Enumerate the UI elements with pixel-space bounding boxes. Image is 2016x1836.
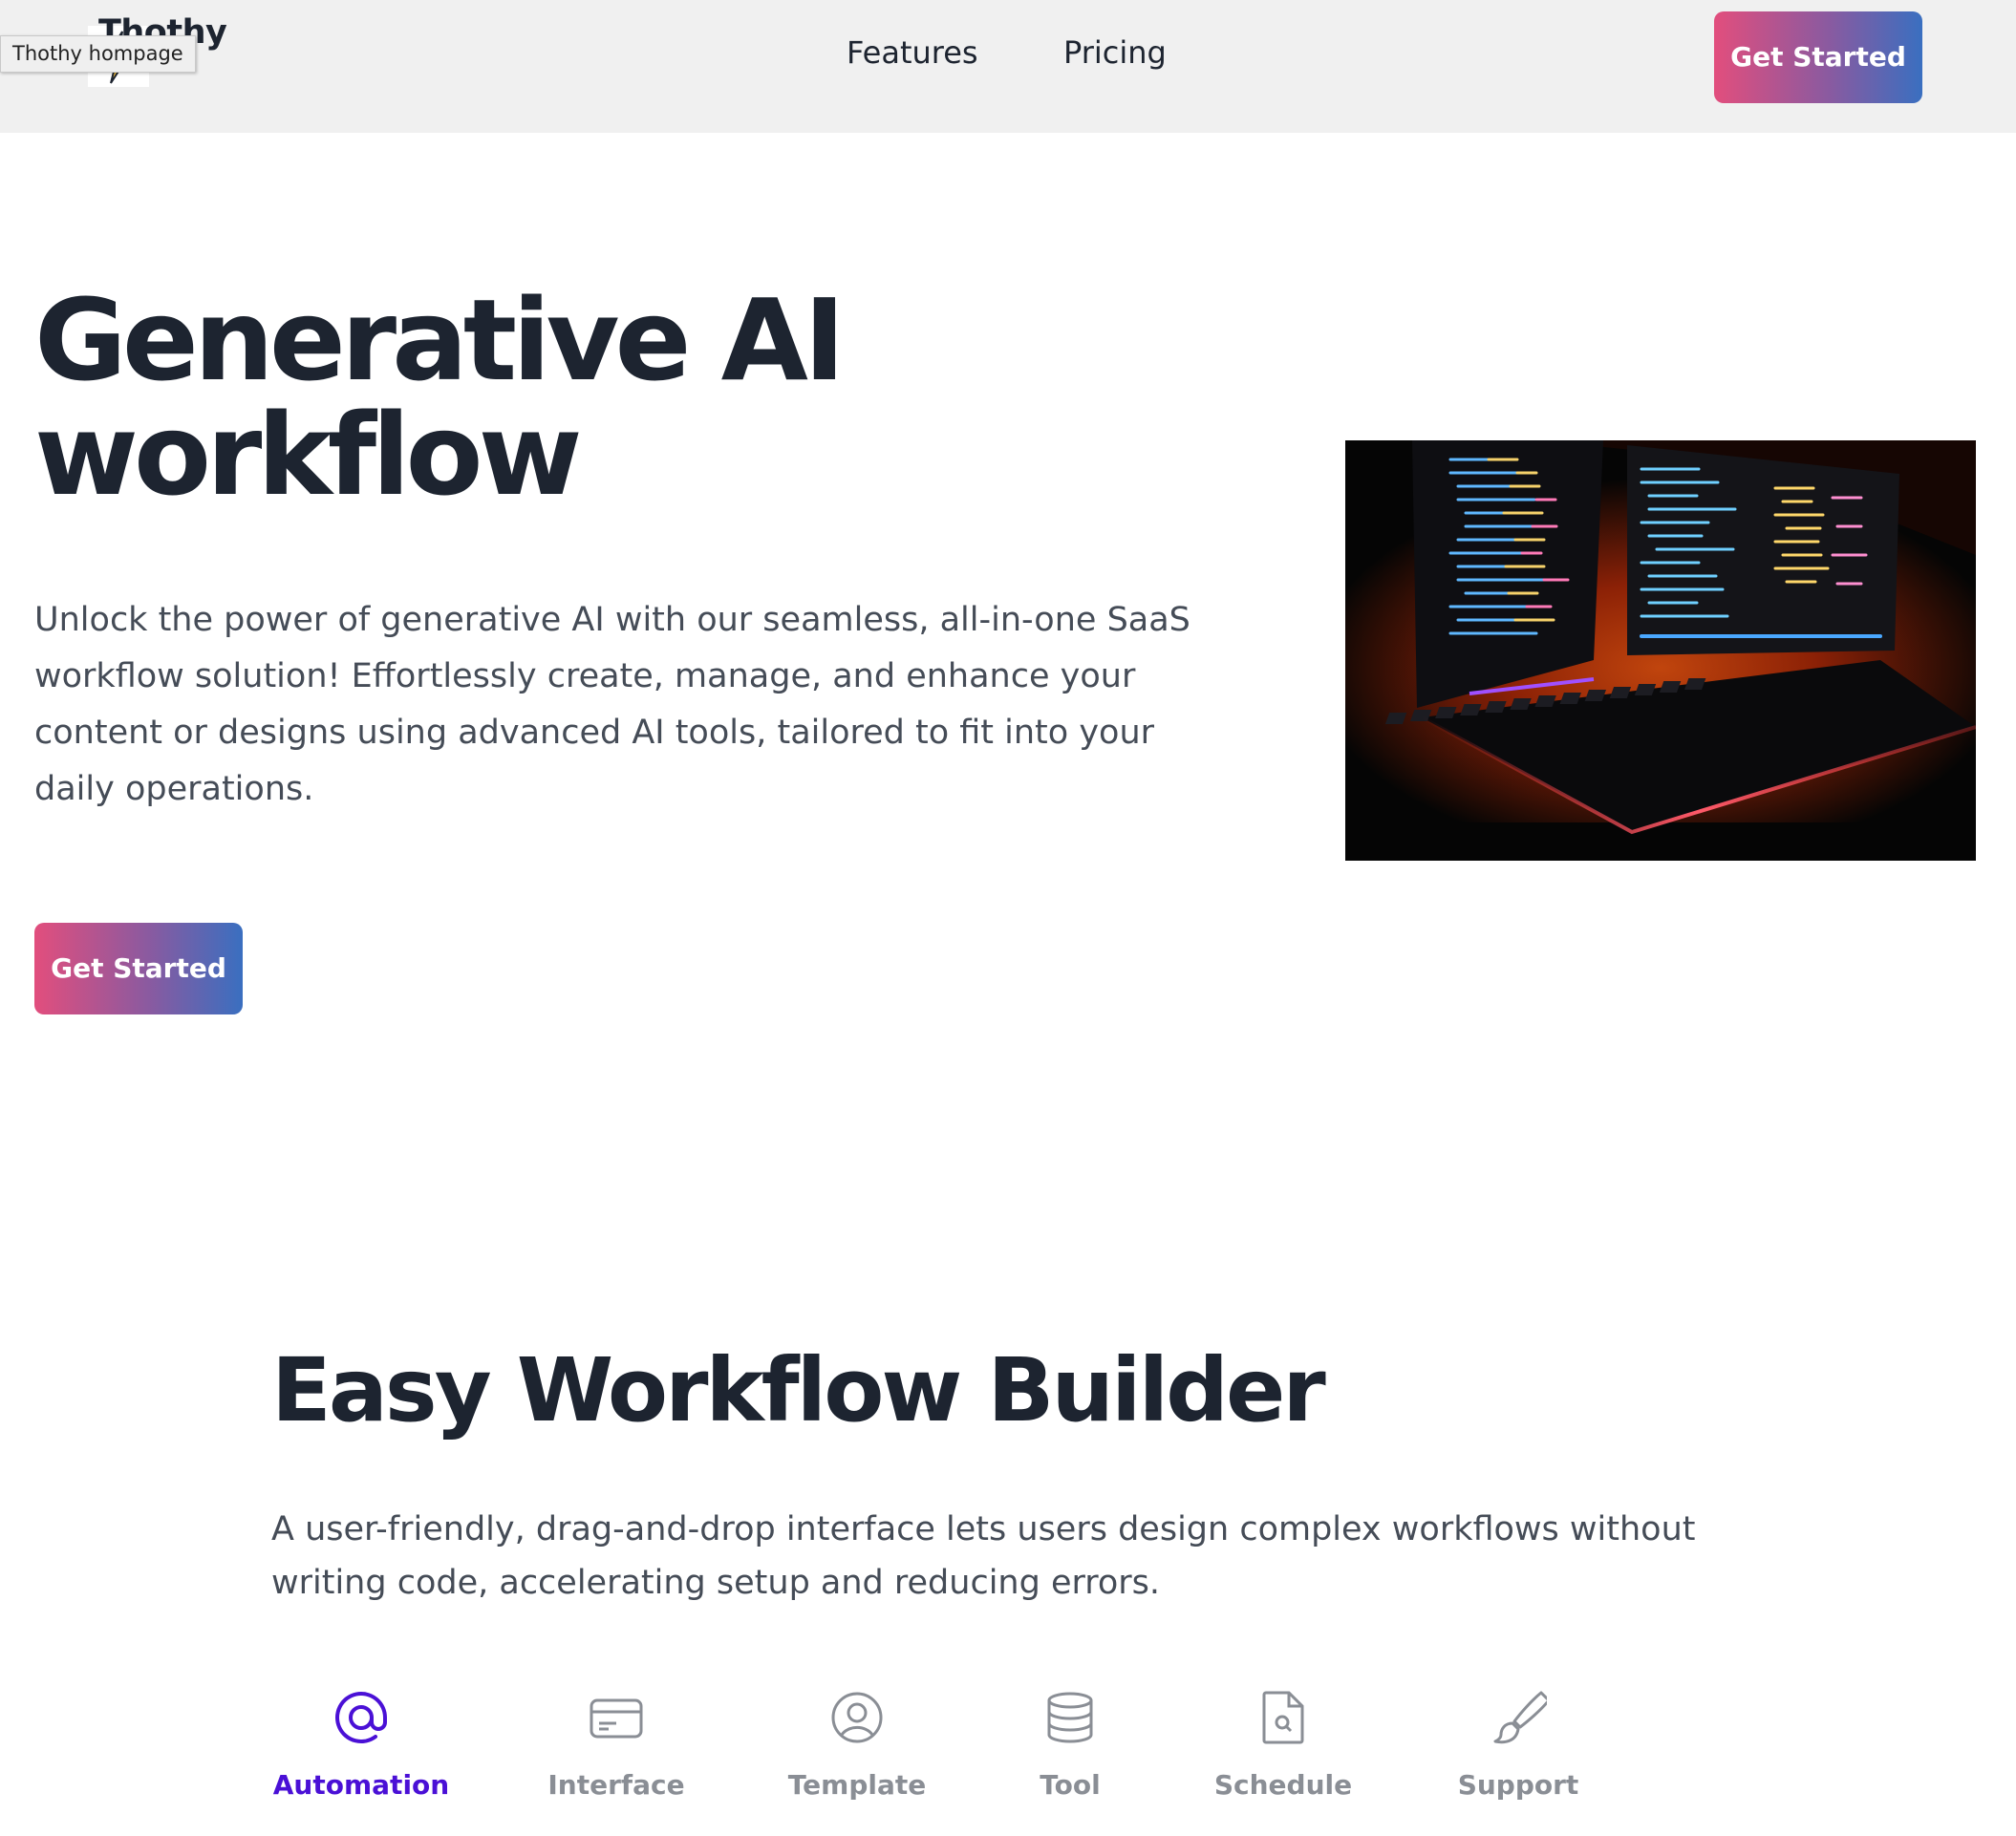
hero-title-line2: workflow bbox=[34, 389, 583, 521]
header-get-started-button[interactable]: Get Started bbox=[1714, 11, 1922, 103]
file-search-icon bbox=[1262, 1691, 1304, 1744]
user-circle-icon bbox=[831, 1692, 883, 1743]
hero-description: Unlock the power of generative AI with o… bbox=[34, 601, 1190, 808]
tab-automation[interactable]: Automation bbox=[266, 1681, 457, 1801]
tab-label: Automation bbox=[272, 1769, 450, 1801]
tab-label: Template bbox=[787, 1769, 927, 1801]
tab-template[interactable]: Template bbox=[761, 1681, 953, 1801]
tab-label: Interface bbox=[547, 1769, 685, 1801]
tab-schedule[interactable]: Schedule bbox=[1188, 1681, 1379, 1801]
site-header: Thothy Thothy hompage Features Pricing G… bbox=[0, 0, 2016, 133]
brush-icon bbox=[1493, 1691, 1547, 1744]
at-sign-icon bbox=[335, 1692, 387, 1743]
tab-interface[interactable]: Interface bbox=[521, 1681, 712, 1801]
database-icon bbox=[1047, 1692, 1093, 1743]
section-title: Easy Workflow Builder bbox=[271, 1339, 1326, 1441]
card-icon bbox=[590, 1698, 643, 1739]
tab-label: Schedule bbox=[1213, 1769, 1353, 1801]
nav-features-link[interactable]: Features bbox=[847, 34, 978, 71]
hero-get-started-button[interactable]: Get Started bbox=[34, 923, 243, 1014]
hero-title: Generative AI workflow bbox=[34, 283, 846, 512]
tab-tool[interactable]: Tool bbox=[975, 1681, 1166, 1801]
section-description: A user-friendly, drag-and-drop interface… bbox=[271, 1510, 1696, 1602]
feature-tabs: Automation Interface Template Tool Sched… bbox=[0, 1681, 2016, 1834]
hero-image bbox=[1345, 440, 1976, 861]
tab-label: Tool bbox=[1040, 1769, 1101, 1801]
monitors-keyboard-illustration bbox=[1345, 440, 1976, 861]
hero-title-line1: Generative AI bbox=[34, 274, 846, 406]
nav-pricing-link[interactable]: Pricing bbox=[1063, 34, 1167, 71]
tab-support[interactable]: Support bbox=[1423, 1681, 1614, 1801]
tab-label: Support bbox=[1457, 1769, 1579, 1801]
